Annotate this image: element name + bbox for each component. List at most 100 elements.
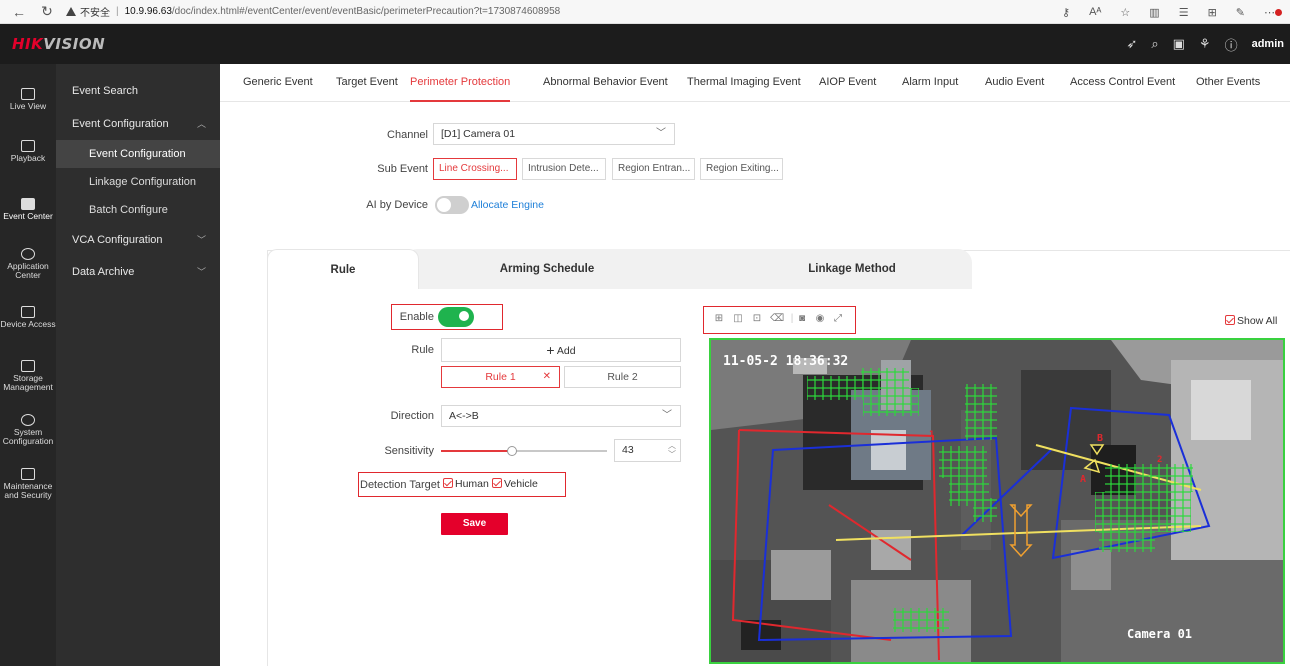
- tab-other-events[interactable]: Other Events: [1196, 64, 1260, 102]
- more-icon[interactable]: ⋯: [1264, 6, 1282, 19]
- rule-label: Rule: [411, 344, 434, 356]
- menu-batch-configure[interactable]: Batch Configure: [56, 196, 220, 224]
- browser-toolbar: ← ↻ 不安全 | 10.9.96.63/doc/index.html#/eve…: [0, 0, 1290, 24]
- channel-label: Channel: [387, 129, 428, 141]
- draw-line-icon[interactable]: ⊞: [713, 313, 725, 324]
- tab-target-event[interactable]: Target Event: [336, 64, 398, 102]
- tab-abnormal-behavior-event[interactable]: Abnormal Behavior Event: [543, 64, 668, 102]
- sensitivity-thumb[interactable]: [507, 446, 517, 456]
- direction-select[interactable]: A<->B ﹀: [441, 405, 681, 427]
- nav-device-access[interactable]: Device Access: [0, 306, 56, 329]
- vehicle-checkbox[interactable]: Vehicle: [492, 478, 538, 490]
- search-icon[interactable]: ⌕: [1151, 36, 1158, 52]
- hikvision-logo: HIKVISION: [12, 35, 106, 53]
- address-bar[interactable]: 10.9.96.63/doc/index.html#/eventCenter/e…: [125, 6, 561, 17]
- video-camera-name: Camera 01: [1127, 627, 1193, 641]
- record-icon[interactable]: ◉: [814, 313, 826, 324]
- menu-data-archive[interactable]: Data Archive ﹀: [56, 258, 220, 286]
- delete-icon[interactable]: ⌫: [770, 313, 784, 324]
- show-all-checkbox[interactable]: Show All: [1225, 315, 1277, 327]
- nav-application-center[interactable]: Application Center: [0, 248, 56, 280]
- app-icon: [21, 248, 35, 260]
- human-checkbox[interactable]: Human: [443, 478, 489, 490]
- nav-live-view[interactable]: Live View: [0, 88, 56, 111]
- gear-icon: [21, 414, 35, 426]
- tab-arming-schedule[interactable]: Arming Schedule: [407, 249, 687, 289]
- save-button[interactable]: Save: [441, 513, 508, 535]
- split-screen-icon[interactable]: ▥: [1149, 6, 1159, 19]
- menu-sub-event-configuration[interactable]: Event Configuration: [56, 140, 220, 168]
- menu-event-configuration[interactable]: Event Configuration ︿: [56, 110, 220, 138]
- send-icon[interactable]: ➶: [1126, 36, 1137, 52]
- secondary-menu: Event Search Event Configuration ︿ Event …: [56, 64, 220, 666]
- draw-area-icon[interactable]: ◫: [732, 313, 744, 324]
- rule-1-tab[interactable]: Rule 1 ✕: [441, 366, 560, 388]
- favorite-icon[interactable]: ☆: [1120, 6, 1130, 19]
- tab-thermal-imaging-event[interactable]: Thermal Imaging Event: [687, 64, 801, 102]
- security-indicator[interactable]: 不安全: [66, 4, 110, 19]
- sub-event-label: Sub Event: [377, 163, 428, 175]
- reload-icon[interactable]: ↻: [38, 3, 56, 20]
- menu-vca-configuration[interactable]: VCA Configuration ﹀: [56, 226, 220, 254]
- nav-playback[interactable]: Playback: [0, 140, 56, 163]
- channel-select[interactable]: [D1] Camera 01 ﹀: [433, 123, 675, 145]
- extensions-icon[interactable]: ✎: [1236, 6, 1245, 19]
- nav-system-configuration[interactable]: System Configuration: [0, 414, 56, 446]
- info-icon[interactable]: ⓘ: [1225, 35, 1238, 54]
- back-icon[interactable]: ←: [10, 4, 28, 20]
- checkbox-checked-icon: [492, 478, 502, 488]
- sub-event-line-crossing[interactable]: Line Crossing...: [433, 158, 517, 180]
- sub-event-intrusion[interactable]: Intrusion Dete...: [522, 158, 606, 180]
- sub-event-region-exiting[interactable]: Region Exiting...: [700, 158, 783, 180]
- draw-filter-icon[interactable]: ⊡: [751, 313, 763, 324]
- direction-label-b: B: [1097, 433, 1104, 444]
- user-menu[interactable]: admin: [1252, 38, 1284, 50]
- close-icon[interactable]: ✕: [543, 367, 551, 387]
- url-host: 10.9.96.63: [124, 6, 172, 17]
- allocate-engine-link[interactable]: Allocate Engine: [471, 199, 544, 211]
- ai-by-device-toggle[interactable]: [435, 196, 469, 214]
- tab-generic-event[interactable]: Generic Event: [243, 64, 313, 102]
- sensitivity-label: Sensitivity: [384, 445, 434, 457]
- sub-event-region-entrance[interactable]: Region Entran...: [612, 158, 695, 180]
- enable-toggle[interactable]: [438, 307, 474, 327]
- favorites-list-icon[interactable]: ☰: [1179, 6, 1189, 19]
- monitor-icon: [21, 88, 35, 100]
- sensitivity-fill: [441, 450, 512, 452]
- nav-maintenance-security[interactable]: Maintenance and Security: [0, 468, 56, 500]
- plus-icon: +: [546, 342, 555, 358]
- sensitivity-input[interactable]: 43 ︿ ﹀: [614, 439, 681, 462]
- camera-icon[interactable]: ◙: [796, 313, 808, 324]
- key-icon[interactable]: ⚷: [1062, 6, 1070, 19]
- header-actions: ➶ ⌕ ▣ ⚘ ⓘ admin: [1126, 24, 1284, 64]
- tab-audio-event[interactable]: Audio Event: [985, 64, 1044, 102]
- nav-storage-management[interactable]: Storage Management: [0, 360, 56, 392]
- save-icon[interactable]: ▣: [1173, 36, 1185, 52]
- tab-perimeter-protection[interactable]: Perimeter Protection: [410, 64, 511, 102]
- video-preview[interactable]: 11-05-2 18:36:32 Camera 01 B A 1 2: [709, 338, 1285, 664]
- text-size-icon[interactable]: Aᴬ: [1089, 6, 1101, 18]
- event-type-tabs: Generic Event Target Event Perimeter Pro…: [220, 64, 1290, 102]
- menu-event-search[interactable]: Event Search: [56, 77, 220, 105]
- region-label-1: 1: [929, 430, 935, 440]
- collections-icon[interactable]: ⊞: [1208, 6, 1217, 19]
- tab-aiop-event[interactable]: AIOP Event: [819, 64, 876, 102]
- menu-linkage-configuration[interactable]: Linkage Configuration: [56, 168, 220, 196]
- chevron-down-icon: ﹀: [196, 235, 206, 245]
- nav-event-center[interactable]: Event Center: [0, 198, 56, 221]
- direction-label-a: A: [1080, 474, 1087, 485]
- browser-actions: ⚷ Aᴬ ☆ ▥ ☰ ⊞ ✎ ⋯: [1062, 0, 1282, 24]
- warning-icon: [66, 7, 76, 16]
- tab-linkage-method[interactable]: Linkage Method: [672, 249, 972, 289]
- rule-2-tab[interactable]: Rule 2: [564, 366, 681, 388]
- tab-alarm-input[interactable]: Alarm Input: [902, 64, 958, 102]
- theme-icon[interactable]: ⚘: [1199, 36, 1211, 52]
- tab-rule[interactable]: Rule: [267, 249, 419, 289]
- stepper-icon[interactable]: ︿ ﹀: [668, 441, 676, 459]
- chevron-up-icon: ︿: [196, 119, 206, 129]
- tab-access-control-event[interactable]: Access Control Event: [1070, 64, 1175, 102]
- video-timestamp: 11-05-2 18:36:32: [723, 354, 849, 369]
- fullscreen-icon[interactable]: ⤢: [832, 313, 844, 324]
- video-scene: [711, 340, 1283, 662]
- add-rule-button[interactable]: + Add: [441, 338, 681, 362]
